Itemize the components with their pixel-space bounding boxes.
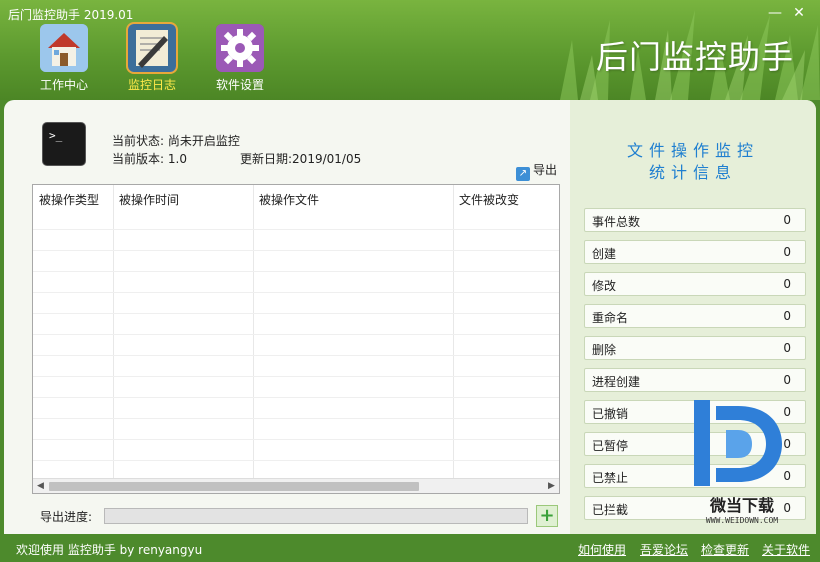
export-icon: ↗ [516,167,530,181]
stat-label: 事件总数 [592,215,641,229]
horizontal-scrollbar[interactable]: ◀ ▶ [33,478,559,493]
export-progress-label: 导出进度: [40,510,93,524]
stat-label: 进程创建 [592,375,641,389]
log-panel: >_ 当前状态: 尚未开启监控 当前版本: 1.0 更新日期:2019/01/0… [4,100,568,534]
window-title: 后门监控助手 2019.01 [8,8,134,22]
status-bar: 欢迎使用 监控助手 by renyangyu 如何使用 吾爱论坛 检查更新 关于… [0,534,820,562]
close-button[interactable]: ✕ [788,4,810,22]
brand-title: 后门监控助手 [595,38,794,76]
stat-label: 已撤销 [592,407,629,421]
stat-value: 0 [783,501,791,515]
current-state-value: 尚未开启监控 [167,134,240,148]
row-divider [33,376,559,377]
current-state-line: 当前状态: 尚未开启监控 [112,132,240,149]
add-button[interactable]: + [536,505,558,527]
nav-work-center[interactable]: 工作中心 [24,24,104,94]
stat-label: 已拦截 [592,503,629,517]
stat-row-process-create: 进程创建 0 [584,368,806,392]
update-date-label: 更新日期: [240,152,293,166]
stat-label: 已暂停 [592,439,629,453]
stat-label: 创建 [592,247,617,261]
export-progress-bar [104,508,528,524]
stat-row-paused: 已暂停 0 [584,432,806,456]
nav-label-settings: 软件设置 [215,78,264,92]
current-state-label: 当前状态: [112,134,165,148]
stat-value: 0 [783,341,791,355]
link-check-update[interactable]: 检查更新 [701,541,749,558]
row-divider [33,229,559,230]
stat-value: 0 [783,437,791,451]
nav-monitor-log[interactable]: 监控日志 [112,24,192,94]
nav-settings[interactable]: 软件设置 [200,24,280,94]
stats-title-line2: 统计信息 [648,163,737,182]
update-date-line: 更新日期:2019/01/05 [240,150,361,167]
stat-row-rename: 重命名 0 [584,304,806,328]
column-header-time[interactable]: 被操作时间 [119,191,179,208]
stat-row-revoked: 已撤销 0 [584,400,806,424]
row-divider [33,439,559,440]
stat-label: 删除 [592,343,617,357]
link-forum[interactable]: 吾爱论坛 [640,541,688,558]
stats-panel: 文件操作监控 统计信息 事件总数 0 创建 0 修改 0 重命名 0 删除 0 … [570,100,816,534]
gear-icon [216,24,264,72]
stat-label: 已禁止 [592,471,629,485]
stat-row-create: 创建 0 [584,240,806,264]
export-label: 导出 [533,163,558,177]
column-header-type[interactable]: 被操作类型 [39,191,99,208]
welcome-text: 欢迎使用 监控助手 by renyangyu [16,543,203,557]
stat-row-forbidden: 已禁止 0 [584,464,806,488]
house-icon [40,24,88,72]
stat-value: 0 [783,373,791,387]
stat-label: 重命名 [592,311,629,325]
stat-value: 0 [783,309,791,323]
main-panel: >_ 当前状态: 尚未开启监控 当前版本: 1.0 更新日期:2019/01/0… [4,100,816,534]
stat-label: 修改 [592,279,617,293]
stat-row-intercepted: 已拦截 0 [584,496,806,520]
row-divider [33,313,559,314]
stat-value: 0 [783,245,791,259]
column-header-file[interactable]: 被操作文件 [259,191,319,208]
scroll-left-arrow-icon[interactable]: ◀ [33,479,48,493]
column-header-changed[interactable]: 文件被改变 [459,191,519,208]
stat-value: 0 [783,277,791,291]
row-divider [33,418,559,419]
stat-value: 0 [783,405,791,419]
nav-label-work-center: 工作中心 [39,78,88,92]
scroll-right-arrow-icon[interactable]: ▶ [544,479,559,493]
stat-value: 0 [783,213,791,227]
version-label: 当前版本: [112,152,165,166]
row-divider [33,334,559,335]
log-edit-icon [128,24,176,72]
stat-row-modify: 修改 0 [584,272,806,296]
update-date-value: 2019/01/05 [292,152,362,166]
stat-row-total: 事件总数 0 [584,208,806,232]
scrollbar-thumb[interactable] [49,482,419,491]
stat-value: 0 [783,469,791,483]
row-divider [33,271,559,272]
version-value: 1.0 [167,152,187,166]
nav-label-monitor-log: 监控日志 [127,78,176,92]
stat-row-delete: 删除 0 [584,336,806,360]
minimize-button[interactable]: — [764,4,786,22]
stats-title-line1: 文件操作监控 [626,141,759,160]
row-divider [33,397,559,398]
version-line: 当前版本: 1.0 [112,150,187,167]
row-divider [33,460,559,461]
link-how-to-use[interactable]: 如何使用 [578,541,626,558]
row-divider [33,292,559,293]
terminal-icon: >_ [42,122,86,166]
link-about[interactable]: 关于软件 [762,541,810,558]
export-button[interactable]: ↗ 导出 [516,161,557,181]
row-divider [33,250,559,251]
row-divider [33,355,559,356]
log-table[interactable]: 被操作类型 被操作时间 被操作文件 文件被改变 ◀ ▶ [32,184,560,494]
